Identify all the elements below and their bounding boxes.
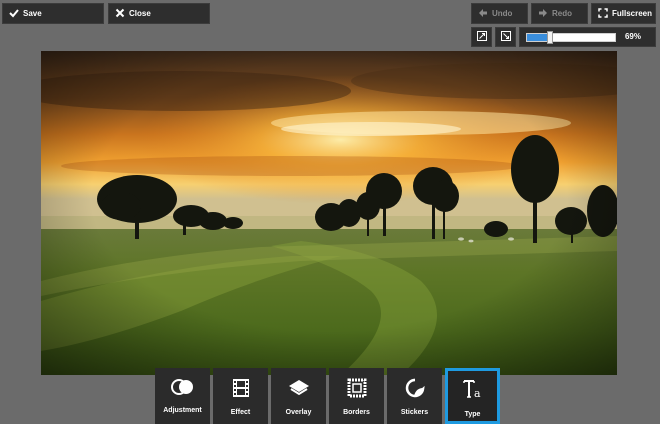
tool-label: Stickers <box>400 409 429 416</box>
film-icon <box>232 378 250 403</box>
frame-icon <box>347 378 367 403</box>
undo-arrow-icon <box>478 8 488 20</box>
zoom-fit-icon <box>476 28 487 46</box>
sticker-icon <box>404 378 426 403</box>
redo-label: Redo <box>552 9 572 18</box>
layers-icon <box>288 378 310 403</box>
tool-borders[interactable]: Borders <box>329 368 384 424</box>
tool-type[interactable]: a Type <box>445 368 500 424</box>
photo-canvas[interactable] <box>41 51 617 375</box>
svg-text:a: a <box>474 387 481 400</box>
close-button[interactable]: Close <box>108 3 210 24</box>
save-button[interactable]: Save <box>2 3 104 24</box>
tool-stickers[interactable]: Stickers <box>387 368 442 424</box>
tool-label: Effect <box>230 409 251 416</box>
tool-label: Overlay <box>285 409 312 416</box>
zoom-percentage: 69% <box>624 32 641 41</box>
zoom-actual-size-button[interactable] <box>495 27 516 47</box>
fullscreen-button[interactable]: Fullscreen <box>591 3 656 24</box>
zoom-actual-icon <box>500 28 511 46</box>
type-icon: a <box>462 378 484 405</box>
tool-label: Borders <box>343 409 370 416</box>
close-label: Close <box>129 9 151 18</box>
tool-overlay[interactable]: Overlay <box>271 368 326 424</box>
tool-label: Adjustment <box>163 407 202 414</box>
tool-label: Type <box>464 411 481 418</box>
close-icon <box>115 8 125 20</box>
tool-effect[interactable]: Effect <box>213 368 268 424</box>
checkmark-icon <box>9 8 19 20</box>
tool-adjustment[interactable]: Adjustment <box>155 368 210 424</box>
redo-button[interactable]: Redo <box>531 3 588 24</box>
fullscreen-label: Fullscreen <box>612 9 653 18</box>
adjustment-icon <box>170 378 195 401</box>
undo-button[interactable]: Undo <box>471 3 528 24</box>
tools-toolbar: Adjustment Effect Overlay Borders Sticke… <box>155 368 500 424</box>
zoom-fit-button[interactable] <box>471 27 492 47</box>
fullscreen-icon <box>598 7 608 20</box>
undo-label: Undo <box>492 9 513 18</box>
zoom-slider[interactable] <box>526 31 616 44</box>
save-label: Save <box>23 9 42 18</box>
zoom-panel: 69% <box>519 27 656 47</box>
redo-arrow-icon <box>538 8 548 20</box>
zoom-slider-handle[interactable] <box>547 31 554 44</box>
